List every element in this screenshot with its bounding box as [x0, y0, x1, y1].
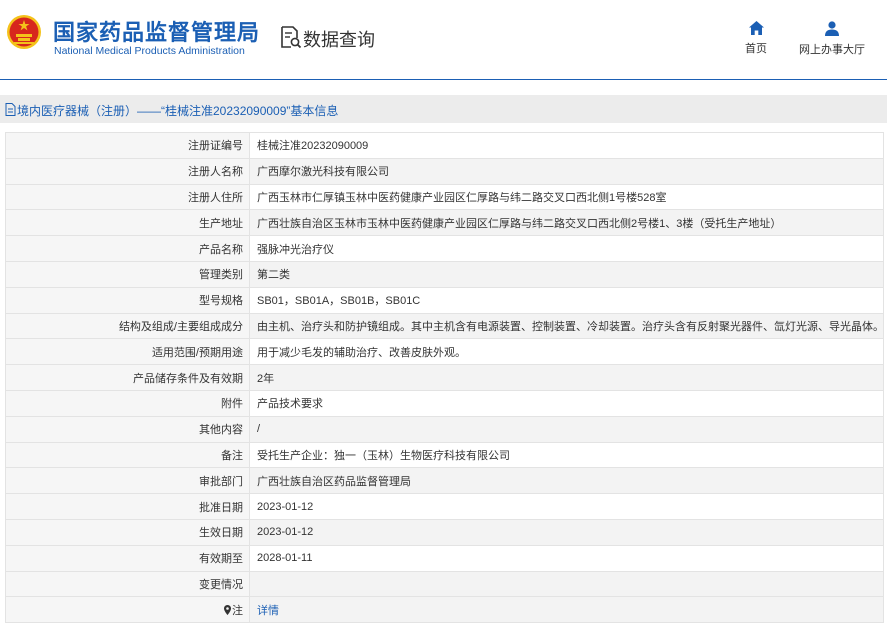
field-value: 2023-01-12	[249, 493, 884, 520]
field-label: 有效期至	[5, 544, 250, 572]
site-name-en: National Medical Products Administration	[54, 45, 245, 57]
nav-home-label: 首页	[745, 43, 767, 55]
nav-home[interactable]: 首页	[720, 21, 792, 57]
table-row: 型号规格 SB01，SB01A，SB01B，SB01C	[5, 286, 884, 314]
table-row-note: 注 详情	[5, 596, 884, 624]
table-row: 适用范围/预期用途 用于减少毛发的辅助治疗、改善皮肤外观。	[5, 338, 884, 366]
table-row: 生效日期 2023-01-12	[5, 518, 884, 546]
table-row: 审批部门 广西壮族自治区药品监督管理局	[5, 467, 884, 495]
field-label: 型号规格	[5, 286, 250, 314]
field-value: 强脉冲光治疗仪	[249, 235, 884, 262]
field-value: 第二类	[249, 260, 884, 288]
table-row: 备注 受托生产企业：独一（玉林）生物医疗科技有限公司	[5, 441, 884, 469]
user-icon	[825, 21, 839, 36]
field-label: 附件	[5, 389, 250, 417]
table-row: 注册人住所 广西玉林市仁厚镇玉林中医药健康产业园区仁厚路与纬二路交叉口西北侧1号楼…	[5, 183, 884, 211]
nav-hall-label: 网上办事大厅	[799, 44, 865, 56]
field-value: 广西壮族自治区玉林市玉林中医药健康产业园区仁厚路与纬二路交叉口西北侧2号楼1、3…	[249, 209, 884, 237]
breadcrumb: 境内医疗器械（注册）——“桂械注准20232090009”基本信息	[0, 95, 887, 123]
table-row: 生产地址 广西壮族自治区玉林市玉林中医药健康产业园区仁厚路与纬二路交叉口西北侧2号…	[5, 209, 884, 237]
field-value: 广西玉林市仁厚镇玉林中医药健康产业园区仁厚路与纬二路交叉口西北侧1号楼528室	[249, 183, 884, 211]
document-icon	[5, 103, 16, 116]
home-icon	[748, 21, 764, 35]
nav-online-service-hall[interactable]: 网上办事大厅	[796, 21, 868, 58]
registration-info-table: 注册证编号 桂械注准20232090009 注册人名称 广西摩尔激光科技有限公司 注册人…	[5, 132, 884, 624]
breadcrumb-text: 境内医疗器械（注册）——“桂械注准20232090009”基本信息	[17, 104, 339, 118]
table-row: 产品名称 强脉冲光治疗仪	[5, 235, 884, 262]
field-label: 生效日期	[5, 518, 250, 546]
field-value: 广西壮族自治区药品监督管理局	[249, 467, 884, 495]
header-divider	[0, 79, 887, 80]
field-value: 用于减少毛发的辅助治疗、改善皮肤外观。	[249, 338, 884, 366]
field-label: 结构及组成/主要组成成分	[5, 312, 250, 340]
field-label: 审批部门	[5, 467, 250, 495]
field-label: 适用范围/预期用途	[5, 338, 250, 366]
field-label: 产品储存条件及有效期	[5, 364, 250, 391]
field-label: 其他内容	[5, 415, 250, 443]
field-value: /	[249, 415, 884, 443]
table-row: 有效期至 2028-01-11	[5, 544, 884, 572]
table-row: 批准日期 2023-01-12	[5, 493, 884, 520]
field-label: 管理类别	[5, 260, 250, 288]
note-label: 注	[232, 604, 243, 617]
field-value: 2023-01-12	[249, 518, 884, 546]
field-label: 产品名称	[5, 235, 250, 262]
field-label: 备注	[5, 441, 250, 469]
site-header: 国家药品监督管理局 National Medical Products Admi…	[0, 0, 887, 80]
field-label: 变更情况	[5, 570, 250, 598]
site-name-cn: 国家药品监督管理局	[53, 20, 261, 45]
table-row: 附件 产品技术要求	[5, 389, 884, 417]
table-row: 其他内容 /	[5, 415, 884, 443]
field-value: 2028-01-11	[249, 544, 884, 572]
table-row: 注册证编号 桂械注准20232090009	[5, 132, 884, 159]
field-value: 产品技术要求	[249, 389, 884, 417]
field-value	[249, 570, 884, 598]
field-label: 注册证编号	[5, 132, 250, 159]
field-label: 批准日期	[5, 493, 250, 520]
data-query-icon	[281, 26, 302, 49]
page-title: 数据查询	[303, 30, 375, 50]
field-label: 注册人住所	[5, 183, 250, 211]
detail-link[interactable]: 详情	[257, 605, 279, 617]
note-label-cell: 注	[5, 596, 250, 624]
field-value: SB01，SB01A，SB01B，SB01C	[249, 286, 884, 314]
note-value-cell: 详情	[249, 596, 884, 624]
field-value: 受托生产企业：独一（玉林）生物医疗科技有限公司	[249, 441, 884, 469]
field-label: 生产地址	[5, 209, 250, 237]
table-row: 管理类别 第二类	[5, 260, 884, 288]
table-row: 变更情况	[5, 570, 884, 598]
field-value: 广西摩尔激光科技有限公司	[249, 157, 884, 185]
table-row: 注册人名称 广西摩尔激光科技有限公司	[5, 157, 884, 185]
table-row: 结构及组成/主要组成成分 由主机、治疗头和防护镜组成。其中主机含有电源装置、控制装…	[5, 312, 884, 340]
field-value: 桂械注准20232090009	[249, 132, 884, 159]
field-value: 由主机、治疗头和防护镜组成。其中主机含有电源装置、控制装置、冷却装置。治疗头含有…	[249, 312, 884, 340]
field-value: 2年	[249, 364, 884, 391]
pin-icon	[224, 604, 231, 615]
table-row: 产品储存条件及有效期 2年	[5, 364, 884, 391]
national-emblem-icon	[7, 15, 41, 49]
field-label: 注册人名称	[5, 157, 250, 185]
